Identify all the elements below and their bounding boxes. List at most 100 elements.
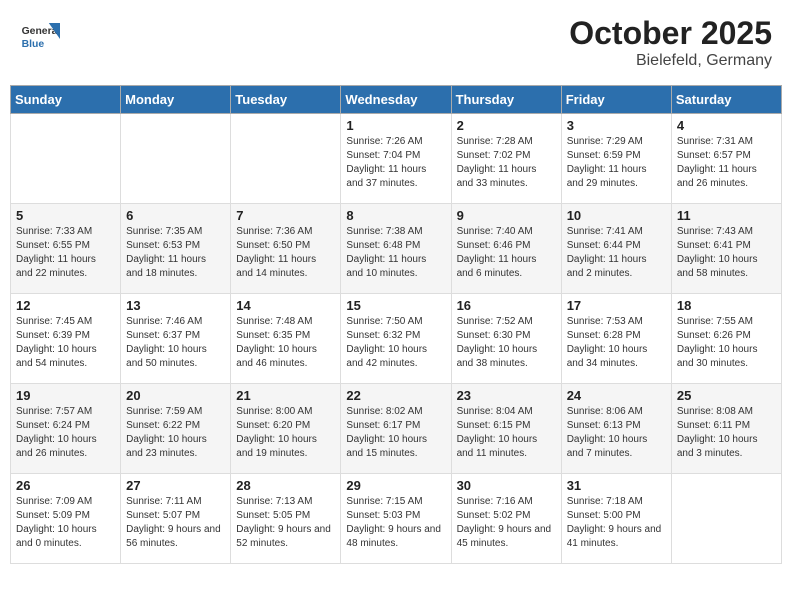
header-friday: Friday: [561, 86, 671, 114]
table-row: 26 Sunrise: 7:09 AM Sunset: 5:09 PM Dayli…: [11, 474, 121, 564]
table-row: 24 Sunrise: 8:06 AM Sunset: 6:13 PM Dayli…: [561, 384, 671, 474]
logo: General Blue: [20, 15, 64, 55]
day-number: 29: [346, 478, 445, 493]
day-info: Sunrise: 7:35 AM Sunset: 6:53 PM Dayligh…: [126, 225, 225, 281]
title-block: October 2025 Bielefeld, Germany: [569, 15, 772, 70]
day-number: 31: [567, 478, 666, 493]
day-number: 20: [126, 388, 225, 403]
day-info: Sunrise: 7:46 AM Sunset: 6:37 PM Dayligh…: [126, 315, 225, 371]
table-row: [671, 474, 781, 564]
day-number: 27: [126, 478, 225, 493]
day-number: 21: [236, 388, 335, 403]
calendar-row: 5 Sunrise: 7:33 AM Sunset: 6:55 PM Daylig…: [11, 204, 782, 294]
table-row: 6 Sunrise: 7:35 AM Sunset: 6:53 PM Daylig…: [121, 204, 231, 294]
table-row: 20 Sunrise: 7:59 AM Sunset: 6:22 PM Dayli…: [121, 384, 231, 474]
table-row: 13 Sunrise: 7:46 AM Sunset: 6:37 PM Dayli…: [121, 294, 231, 384]
day-number: 15: [346, 298, 445, 313]
table-row: 7Sunrise: 7:36 AM Sunset: 6:50 PM Daylig…: [231, 204, 341, 294]
calendar-row: 1 Sunrise: 7:26 AM Sunset: 7:04 PM Daylig…: [11, 114, 782, 204]
day-info: Sunrise: 7:38 AM Sunset: 6:48 PM Dayligh…: [346, 225, 445, 281]
day-number: 26: [16, 478, 115, 493]
calendar-row: 26 Sunrise: 7:09 AM Sunset: 5:09 PM Dayli…: [11, 474, 782, 564]
table-row: 30 Sunrise: 7:16 AM Sunset: 5:02 PM Dayli…: [451, 474, 561, 564]
table-row: 10 Sunrise: 7:41 AM Sunset: 6:44 PM Dayli…: [561, 204, 671, 294]
table-row: 18 Sunrise: 7:55 AM Sunset: 6:26 PM Dayli…: [671, 294, 781, 384]
table-row: 1 Sunrise: 7:26 AM Sunset: 7:04 PM Daylig…: [341, 114, 451, 204]
table-row: 23Sunrise: 8:04 AM Sunset: 6:15 PM Dayli…: [451, 384, 561, 474]
header-wednesday: Wednesday: [341, 86, 451, 114]
day-info: Sunrise: 7:50 AM Sunset: 6:32 PM Dayligh…: [346, 315, 445, 371]
day-number: 11: [677, 208, 776, 223]
day-number: 18: [677, 298, 776, 313]
table-row: 4 Sunrise: 7:31 AM Sunset: 6:57 PM Daylig…: [671, 114, 781, 204]
table-row: 31 Sunrise: 7:18 AM Sunset: 5:00 PM Dayli…: [561, 474, 671, 564]
day-number: 28: [236, 478, 335, 493]
table-row: 22 Sunrise: 8:02 AM Sunset: 6:17 PM Dayli…: [341, 384, 451, 474]
day-info: Sunrise: 7:41 AM Sunset: 6:44 PM Dayligh…: [567, 225, 666, 281]
page-subtitle: Bielefeld, Germany: [569, 52, 772, 70]
day-info: Sunrise: 7:57 AM Sunset: 6:24 PM Dayligh…: [16, 405, 115, 461]
day-number: 4: [677, 118, 776, 133]
day-info: Sunrise: 7:55 AM Sunset: 6:26 PM Dayligh…: [677, 315, 776, 371]
day-number: 9: [457, 208, 556, 223]
calendar-header-row: Sunday Monday Tuesday Wednesday Thursday…: [11, 86, 782, 114]
table-row: [121, 114, 231, 204]
page-title: October 2025: [569, 15, 772, 52]
day-info: Sunrise: 8:06 AM Sunset: 6:13 PM Dayligh…: [567, 405, 666, 461]
day-info: Sunrise: 7:48 AM Sunset: 6:35 PM Dayligh…: [236, 315, 335, 371]
day-info: Sunrise: 8:08 AM Sunset: 6:11 PM Dayligh…: [677, 405, 776, 461]
day-number: 30: [457, 478, 556, 493]
logo-icon: General Blue: [20, 15, 60, 55]
header-monday: Monday: [121, 86, 231, 114]
day-number: 13: [126, 298, 225, 313]
table-row: [11, 114, 121, 204]
table-row: 28Sunrise: 7:13 AM Sunset: 5:05 PM Dayli…: [231, 474, 341, 564]
day-number: 14: [236, 298, 335, 313]
day-number: 10: [567, 208, 666, 223]
table-row: 12Sunrise: 7:45 AM Sunset: 6:39 PM Dayli…: [11, 294, 121, 384]
day-number: 6: [126, 208, 225, 223]
table-row: 17 Sunrise: 7:53 AM Sunset: 6:28 PM Dayli…: [561, 294, 671, 384]
day-info: Sunrise: 7:52 AM Sunset: 6:30 PM Dayligh…: [457, 315, 556, 371]
day-info: Sunrise: 7:59 AM Sunset: 6:22 PM Dayligh…: [126, 405, 225, 461]
day-info: Sunrise: 7:33 AM Sunset: 6:55 PM Dayligh…: [16, 225, 115, 281]
day-number: 19: [16, 388, 115, 403]
day-info: Sunrise: 7:11 AM Sunset: 5:07 PM Dayligh…: [126, 495, 225, 551]
header-tuesday: Tuesday: [231, 86, 341, 114]
day-info: Sunrise: 7:26 AM Sunset: 7:04 PM Dayligh…: [346, 135, 445, 191]
calendar-table: Sunday Monday Tuesday Wednesday Thursday…: [10, 85, 782, 564]
day-info: Sunrise: 7:31 AM Sunset: 6:57 PM Dayligh…: [677, 135, 776, 191]
day-info: Sunrise: 8:00 AM Sunset: 6:20 PM Dayligh…: [236, 405, 335, 461]
day-number: 17: [567, 298, 666, 313]
day-info: Sunrise: 7:45 AM Sunset: 6:39 PM Dayligh…: [16, 315, 115, 371]
day-number: 1: [346, 118, 445, 133]
day-number: 3: [567, 118, 666, 133]
day-number: 5: [16, 208, 115, 223]
day-info: Sunrise: 7:16 AM Sunset: 5:02 PM Dayligh…: [457, 495, 556, 551]
day-info: Sunrise: 7:29 AM Sunset: 6:59 PM Dayligh…: [567, 135, 666, 191]
day-info: Sunrise: 8:02 AM Sunset: 6:17 PM Dayligh…: [346, 405, 445, 461]
day-number: 16: [457, 298, 556, 313]
day-info: Sunrise: 7:18 AM Sunset: 5:00 PM Dayligh…: [567, 495, 666, 551]
day-number: 22: [346, 388, 445, 403]
table-row: 21 Sunrise: 8:00 AM Sunset: 6:20 PM Dayli…: [231, 384, 341, 474]
day-info: Sunrise: 7:36 AM Sunset: 6:50 PM Dayligh…: [236, 225, 335, 281]
header-sunday: Sunday: [11, 86, 121, 114]
table-row: 25Sunrise: 8:08 AM Sunset: 6:11 PM Dayli…: [671, 384, 781, 474]
day-info: Sunrise: 8:04 AM Sunset: 6:15 PM Dayligh…: [457, 405, 556, 461]
svg-text:Blue: Blue: [22, 39, 45, 50]
calendar-row: 12Sunrise: 7:45 AM Sunset: 6:39 PM Dayli…: [11, 294, 782, 384]
header-saturday: Saturday: [671, 86, 781, 114]
table-row: 15 Sunrise: 7:50 AM Sunset: 6:32 PM Dayli…: [341, 294, 451, 384]
day-info: Sunrise: 7:28 AM Sunset: 7:02 PM Dayligh…: [457, 135, 556, 191]
day-info: Sunrise: 7:53 AM Sunset: 6:28 PM Dayligh…: [567, 315, 666, 371]
day-info: Sunrise: 7:09 AM Sunset: 5:09 PM Dayligh…: [16, 495, 115, 551]
table-row: 2 Sunrise: 7:28 AM Sunset: 7:02 PM Daylig…: [451, 114, 561, 204]
day-number: 24: [567, 388, 666, 403]
day-number: 8: [346, 208, 445, 223]
table-row: [231, 114, 341, 204]
day-info: Sunrise: 7:43 AM Sunset: 6:41 PM Dayligh…: [677, 225, 776, 281]
table-row: 8 Sunrise: 7:38 AM Sunset: 6:48 PM Daylig…: [341, 204, 451, 294]
day-number: 2: [457, 118, 556, 133]
table-row: 27 Sunrise: 7:11 AM Sunset: 5:07 PM Dayli…: [121, 474, 231, 564]
